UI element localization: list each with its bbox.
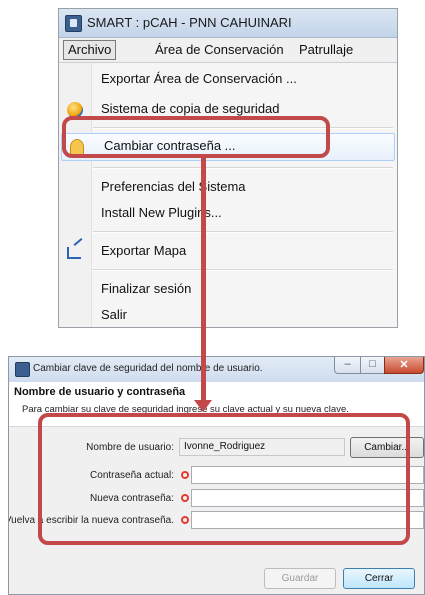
- app-menu-window: SMART : pCAH - PNN CAHUINARI Archivo Áre…: [58, 8, 398, 328]
- maximize-icon: □: [369, 358, 376, 370]
- minimize-button[interactable]: –: [334, 357, 361, 374]
- window-title-bar: SMART : pCAH - PNN CAHUINARI: [59, 9, 397, 38]
- save-button[interactable]: Guardar: [264, 568, 336, 589]
- menu-bar: Archivo Área de Conservación Patrullaje: [59, 38, 397, 63]
- menu-patrullaje[interactable]: Patrullaje: [295, 41, 357, 59]
- archivo-dropdown-menu: Exportar Área de Conservación ... Sistem…: [59, 63, 397, 327]
- menu-item-label: Salir: [101, 307, 128, 322]
- dialog-title-bar: Cambiar clave de seguridad del nombre de…: [9, 357, 424, 382]
- menu-item-label: Exportar Mapa: [101, 243, 187, 258]
- menu-separator: [93, 167, 393, 169]
- menu-separator: [93, 231, 393, 233]
- menu-item-install-plugins[interactable]: Install New Plugins...: [59, 201, 397, 227]
- menu-item-exportar-mapa[interactable]: Exportar Mapa: [59, 239, 397, 265]
- annotation-highlight-menu-item: [62, 116, 330, 158]
- menu-item-label: Preferencias del Sistema: [101, 179, 246, 194]
- menu-item-exportar-area[interactable]: Exportar Área de Conservación ...: [59, 67, 397, 93]
- minimize-icon: –: [344, 358, 351, 370]
- export-map-icon: [67, 247, 81, 259]
- close-button[interactable]: Cerrar: [343, 568, 415, 589]
- annotation-highlight-form: [38, 413, 410, 545]
- smart-app-icon: [65, 15, 82, 32]
- menu-area-conservacion[interactable]: Área de Conservación: [151, 41, 288, 59]
- menu-archivo[interactable]: Archivo: [63, 40, 117, 60]
- maximize-button[interactable]: □: [360, 357, 385, 374]
- menu-item-salir[interactable]: Salir: [59, 303, 397, 327]
- annotation-arrowhead: [194, 400, 212, 412]
- dialog-title: Cambiar clave de seguridad del nombre de…: [33, 363, 263, 374]
- annotation-connector-line: [201, 157, 206, 405]
- menu-item-label: Sistema de copia de seguridad: [101, 101, 280, 116]
- dialog-heading: Nombre de usuario y contraseña: [14, 386, 186, 398]
- menu-separator: [93, 269, 393, 271]
- smart-app-icon: [15, 362, 30, 377]
- close-icon: ✕: [399, 359, 409, 371]
- menu-item-finalizar-sesion[interactable]: Finalizar sesión: [59, 277, 397, 303]
- window-title: SMART : pCAH - PNN CAHUINARI: [87, 15, 292, 30]
- menu-item-label: Finalizar sesión: [101, 281, 192, 296]
- menu-item-label: Exportar Área de Conservación ...: [101, 71, 297, 86]
- menu-item-preferencias[interactable]: Preferencias del Sistema: [59, 175, 397, 201]
- close-window-button[interactable]: ✕: [384, 357, 424, 374]
